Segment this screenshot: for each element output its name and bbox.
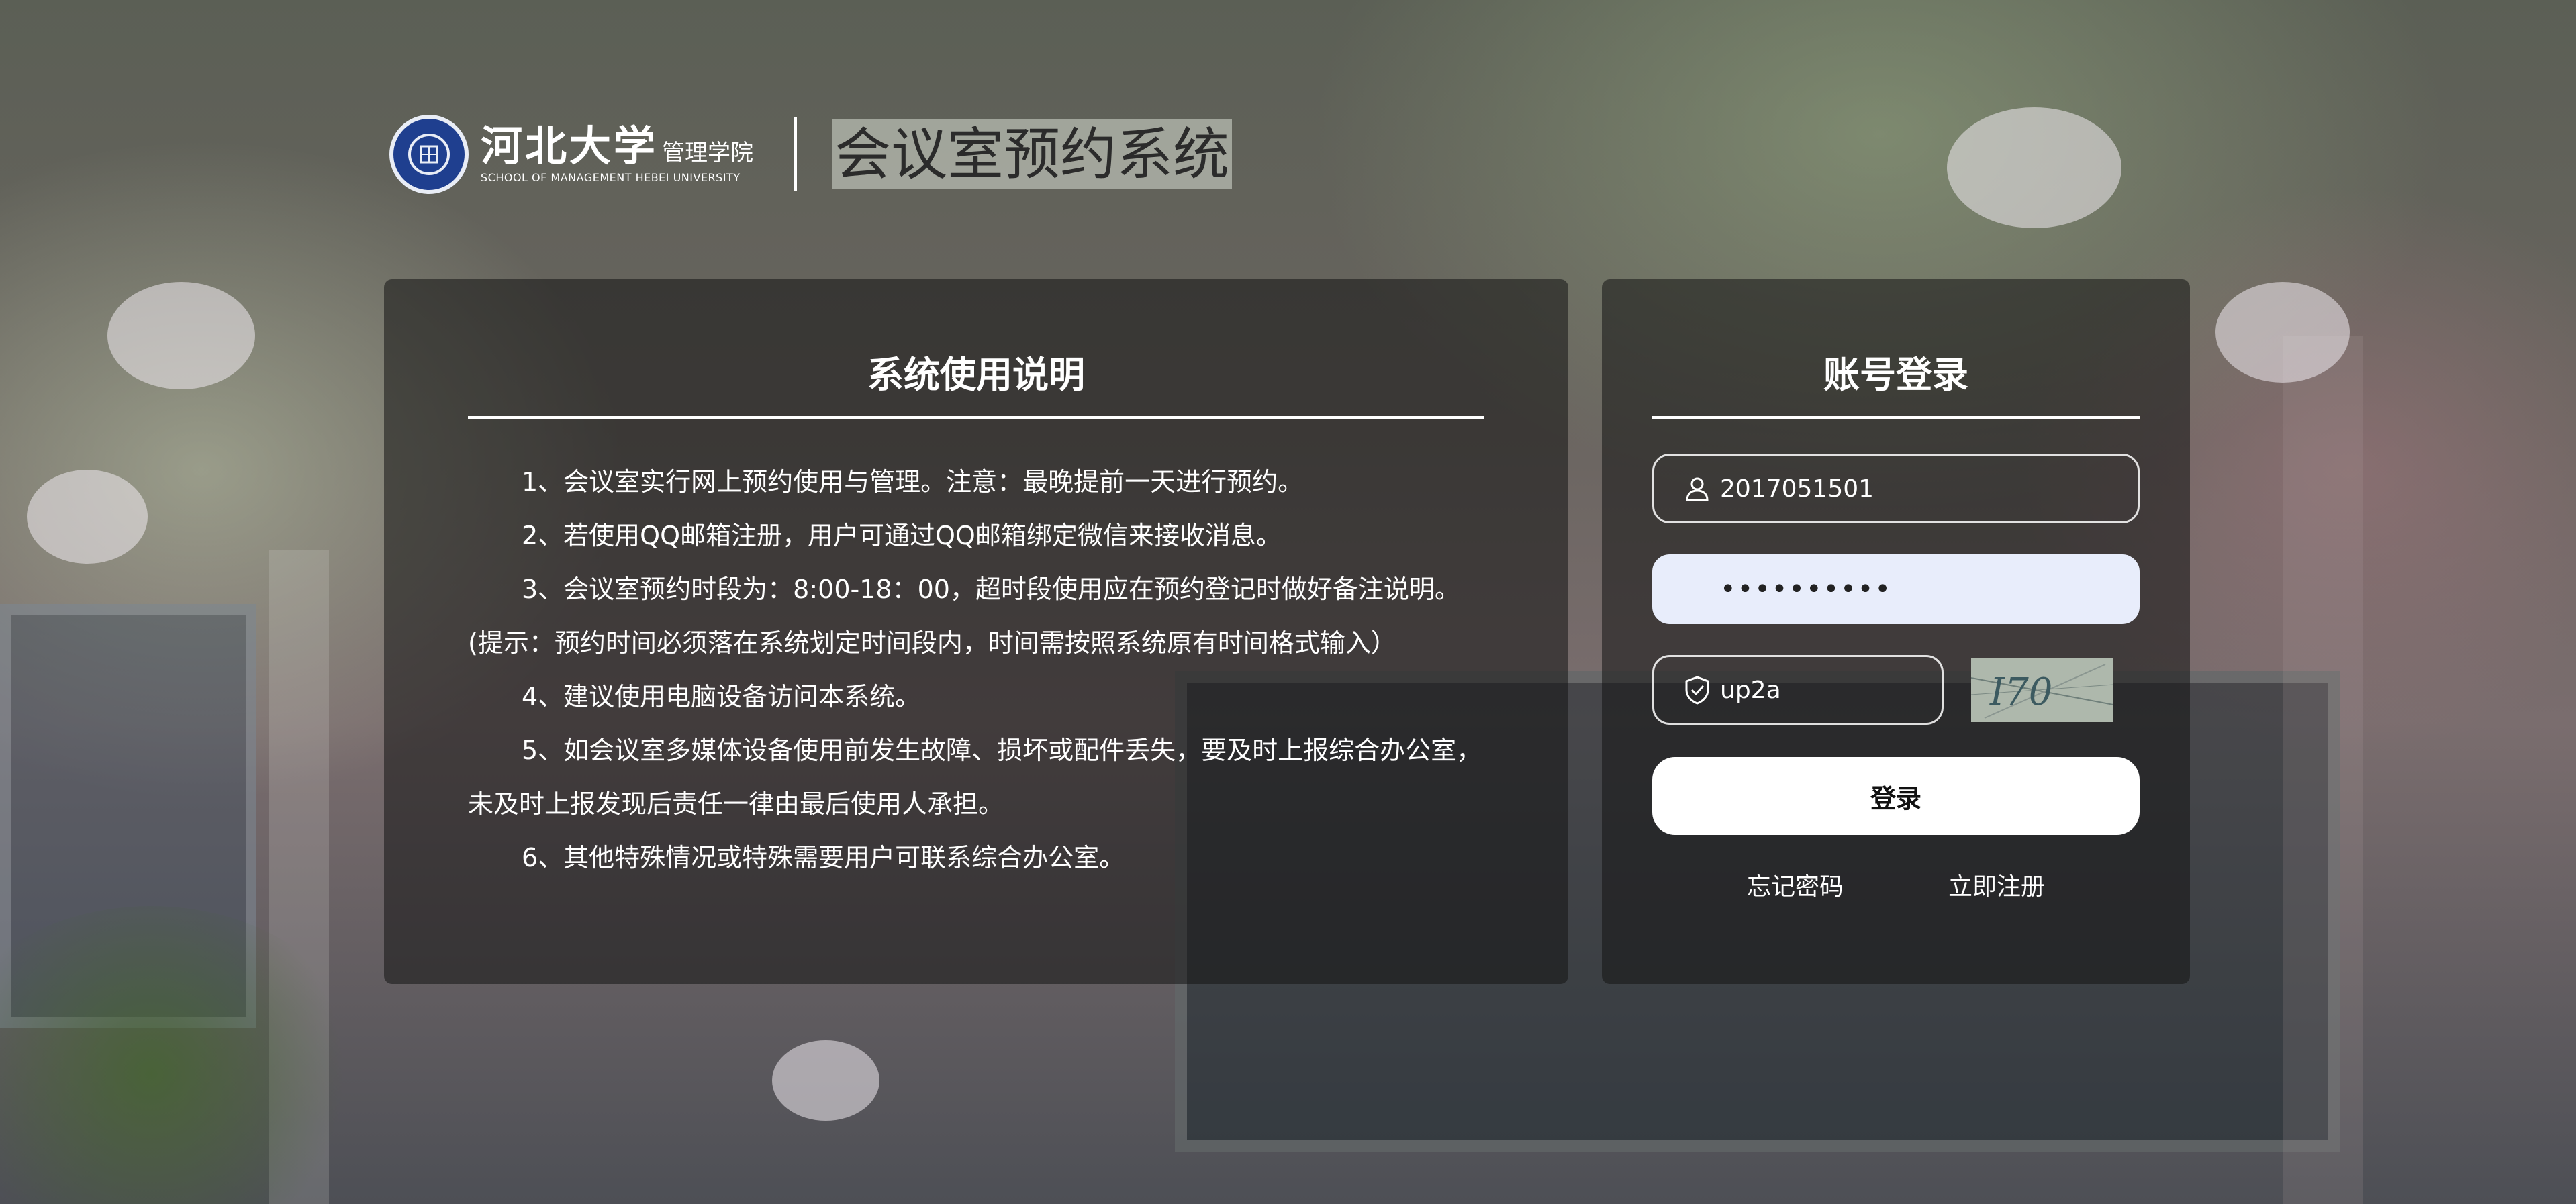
instruction-item: 3、会议室预约时段为：8:00-18：00，超时段使用应在预约登记时做好备注说明…: [468, 574, 1460, 658]
usage-instructions-panel: 系统使用说明 1、会议室实行网上预约使用与管理。注意：最晚提前一天进行预约。 2…: [384, 279, 1568, 984]
background-blossom: [107, 282, 255, 389]
background-blossom: [1947, 107, 2121, 228]
login-page: 河北大学 管理学院 SCHOOL OF MANAGEMENT HEBEI UNI…: [0, 0, 2576, 1204]
emblem-seal-icon: [420, 145, 438, 164]
background-blossom: [27, 470, 148, 564]
username-value[interactable]: 2017051501: [1720, 475, 1874, 503]
header: 河北大学 管理学院 SCHOOL OF MANAGEMENT HEBEI UNI…: [389, 114, 1233, 195]
university-logo-text: 河北大学 管理学院 SCHOOL OF MANAGEMENT HEBEI UNI…: [481, 121, 754, 184]
system-title: 会议室预约系统: [832, 119, 1233, 189]
captcha-image[interactable]: I70: [1971, 658, 2113, 722]
captcha-text: I70: [1989, 670, 2052, 714]
instruction-item: 2、若使用QQ邮箱注册，用户可通过QQ邮箱绑定微信来接收消息。: [522, 521, 1282, 550]
user-icon: [1681, 472, 1713, 505]
login-panel: 账号登录 2017051501 •••••••••• up2a I70 登录 忘…: [1602, 279, 2190, 984]
university-emblem-icon: [389, 115, 469, 194]
captcha-graphic: I70: [1971, 658, 2113, 722]
school-name-en: SCHOOL OF MANAGEMENT HEBEI UNIVERSITY: [481, 170, 741, 184]
captcha-value[interactable]: up2a: [1720, 676, 1781, 704]
instructions-list: 1、会议室实行网上预约使用与管理。注意：最晚提前一天进行预约。 2、若使用QQ邮…: [468, 455, 1495, 885]
password-field[interactable]: ••••••••••: [1652, 554, 2140, 624]
login-button[interactable]: 登录: [1652, 757, 2140, 835]
shield-check-icon: [1681, 674, 1713, 706]
school-name: 管理学院: [662, 139, 754, 166]
instructions-title: 系统使用说明: [867, 354, 1085, 396]
background-blossom: [772, 1040, 879, 1121]
logo-cn: 河北大学 管理学院: [481, 121, 754, 170]
register-link[interactable]: 立即注册: [1948, 867, 2045, 902]
instruction-item: 6、其他特殊情况或特殊需要用户可联系综合办公室。: [522, 843, 1125, 872]
instruction-item: 1、会议室实行网上预约使用与管理。注意：最晚提前一天进行预约。: [522, 467, 1304, 497]
university-name: 河北大学: [481, 121, 659, 170]
login-title: 账号登录: [1823, 354, 1968, 396]
background-pillar-right: [2283, 336, 2363, 1204]
forgot-password-link[interactable]: 忘记密码: [1747, 867, 1844, 902]
background-blossom: [2215, 282, 2350, 383]
instruction-item: 4、建议使用电脑设备访问本系统。: [522, 682, 921, 711]
instructions-title-underline: [468, 416, 1484, 419]
emblem-inner: [408, 134, 450, 175]
login-title-underline: [1652, 416, 2140, 419]
password-value[interactable]: ••••••••••: [1720, 574, 1892, 605]
captcha-field[interactable]: up2a: [1652, 655, 1944, 725]
instruction-item: 5、如会议室多媒体设备使用前发生故障、损坏或配件丢失，要及时上报综合办公室，未及…: [468, 736, 1482, 819]
header-divider: [794, 117, 798, 191]
username-field[interactable]: 2017051501: [1652, 454, 2140, 523]
